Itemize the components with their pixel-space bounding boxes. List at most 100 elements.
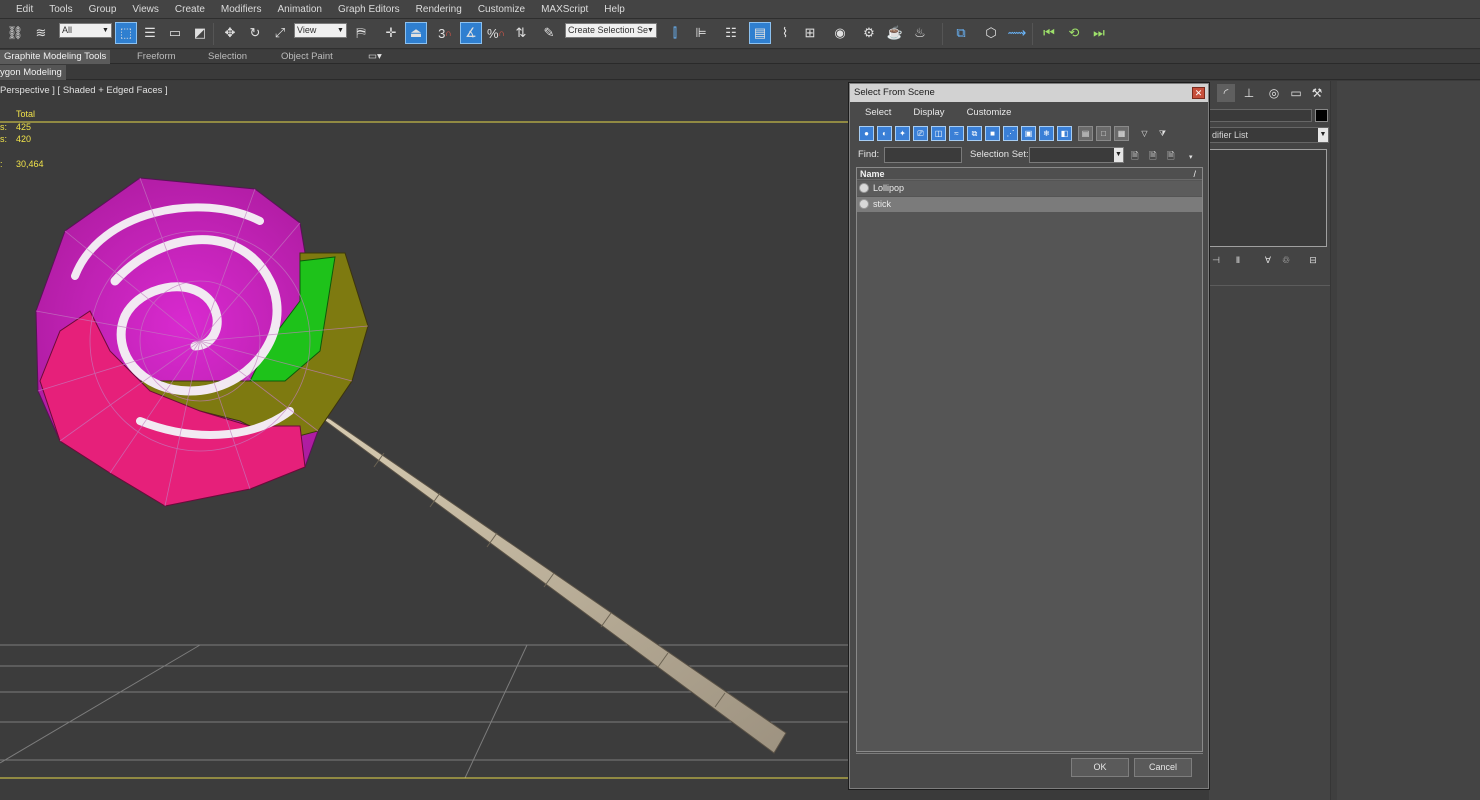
menu-customize[interactable]: Customize [470, 4, 533, 15]
display-groups-icon[interactable]: ⧉ [967, 126, 982, 141]
modifier-list-dropdown[interactable]: difier List ▼ [1209, 127, 1329, 143]
menu-create[interactable]: Create [167, 4, 213, 15]
find-options-chevron-icon[interactable]: ▾ [1189, 153, 1193, 161]
menu-modifiers[interactable]: Modifiers [213, 4, 270, 15]
key-previous-icon[interactable]: ⏮ [1038, 22, 1060, 44]
filter-icon[interactable]: ▽ [1137, 126, 1152, 141]
key-next-icon[interactable]: ⏭ [1088, 22, 1110, 44]
tab-freeform[interactable]: Freeform [137, 50, 176, 64]
angle-snap-icon[interactable]: ∡ [460, 22, 482, 44]
rendered-frame-window-icon[interactable]: ☕ [884, 22, 906, 44]
panel-scrollbar[interactable] [1330, 81, 1337, 800]
configure-modifier-sets-icon[interactable]: ⊟ [1306, 253, 1320, 267]
display-space-warps-icon[interactable]: ≈ [949, 126, 964, 141]
remove-from-selection-set-icon[interactable]: 🗎 [1167, 149, 1175, 165]
dialog-menu-display[interactable]: Display [902, 107, 955, 118]
percent-snap-icon[interactable]: % ∩ [485, 22, 507, 44]
modifier-stack[interactable] [1209, 149, 1327, 247]
show-end-result-icon[interactable]: Ⅱ [1231, 253, 1245, 267]
transform-tool-icon[interactable]: ⟿ [1006, 22, 1028, 44]
select-object-icon[interactable]: ⬚ [115, 22, 137, 44]
rectangular-selection-icon[interactable]: ▭ [164, 22, 186, 44]
window-crossing-icon[interactable]: ◩ [189, 22, 211, 44]
render-setup-icon[interactable]: ⚙ [858, 22, 880, 44]
pin-stack-icon[interactable]: ⊣ [1209, 253, 1223, 267]
select-none-icon[interactable]: □ [1096, 126, 1111, 141]
list-item[interactable]: Lollipop [857, 181, 1202, 196]
ribbon-options-icon[interactable]: ▭▾ [368, 50, 382, 64]
object-name-field[interactable] [1209, 109, 1312, 122]
list-item[interactable]: stick [857, 197, 1202, 212]
display-xrefs-icon[interactable]: ■ [985, 126, 1000, 141]
menu-animation[interactable]: Animation [269, 4, 329, 15]
menu-graph-editors[interactable]: Graph Editors [330, 4, 408, 15]
select-all-icon[interactable]: ▤ [1078, 126, 1093, 141]
tab-graphite-modeling-tools[interactable]: Graphite Modeling Tools [0, 50, 111, 64]
menu-help[interactable]: Help [596, 4, 633, 15]
add-to-selection-set-icon[interactable]: 🗎 [1149, 149, 1157, 165]
select-manipulate-icon[interactable]: ✛ [380, 22, 402, 44]
link-icon[interactable]: ⛓ [4, 22, 26, 44]
column-header-name[interactable]: Name / [857, 168, 1202, 180]
display-shapes-icon[interactable]: ◐ [877, 126, 892, 141]
display-lights-icon[interactable]: ✦ [895, 126, 910, 141]
ok-button[interactable]: OK [1071, 758, 1129, 777]
curve-editor-icon[interactable]: ⌇ [774, 22, 796, 44]
display-hidden-icon[interactable]: ◧ [1057, 126, 1072, 141]
modify-icon[interactable]: ◜ [1217, 84, 1235, 102]
display-cameras-icon[interactable]: ⎚ [913, 126, 928, 141]
array-icon[interactable]: ⬡ [980, 22, 1002, 44]
tab-object-paint[interactable]: Object Paint [281, 50, 333, 64]
make-unique-icon[interactable]: ∀ [1261, 253, 1275, 267]
keyboard-shortcut-override-icon[interactable]: ⏏ [405, 22, 427, 44]
perspective-viewport[interactable]: Perspective ] [ Shaded + Edged Faces ] T… [0, 81, 850, 800]
reference-coordinate-dropdown[interactable]: View ▼ [294, 23, 347, 38]
display-helpers-icon[interactable]: ◫ [931, 126, 946, 141]
align-icon[interactable]: ⊫ [690, 22, 712, 44]
menu-maxscript[interactable]: MAXScript [533, 4, 596, 15]
rotate-icon[interactable]: ↻ [244, 22, 266, 44]
menu-group[interactable]: Group [81, 4, 125, 15]
dialog-title[interactable]: Select From Scene [850, 84, 1208, 102]
dialog-menu-select[interactable]: Select [854, 107, 902, 118]
display-containers-icon[interactable]: ▣ [1021, 126, 1036, 141]
select-by-name-icon[interactable]: ☰ [139, 22, 161, 44]
pivot-center-icon[interactable]: ⛿ [350, 22, 372, 44]
snaps-toggle-icon[interactable]: 3 ∩ [434, 22, 456, 44]
schematic-view-icon[interactable]: ⊞ [799, 22, 821, 44]
select-invert-icon[interactable]: ▦ [1114, 126, 1129, 141]
advanced-filter-icon[interactable]: ⧩ [1155, 126, 1170, 141]
unlink-icon[interactable]: ≋ [30, 22, 52, 44]
dialog-menu-customize[interactable]: Customize [956, 107, 1023, 118]
lollipop-stick[interactable] [311, 410, 787, 754]
menu-rendering[interactable]: Rendering [408, 4, 470, 15]
viewport-label[interactable]: Perspective ] [ Shaded + Edged Faces ] [0, 85, 168, 96]
display-geometry-icon[interactable]: ● [859, 126, 874, 141]
menu-edit[interactable]: Edit [0, 4, 41, 15]
motion-icon[interactable]: ◎ [1265, 84, 1283, 102]
display-frozen-icon[interactable]: ❄ [1039, 126, 1054, 141]
named-selection-set-dropdown[interactable]: Create Selection Se ▼ [565, 23, 657, 38]
place-object-icon[interactable]: ⧉ [950, 22, 972, 44]
display-icon[interactable]: ▭ [1287, 84, 1305, 102]
lollipop-candy[interactable] [35, 177, 369, 507]
object-color-swatch[interactable] [1315, 109, 1328, 122]
utilities-icon[interactable]: ⚒ [1308, 84, 1326, 102]
scene-object-list[interactable]: Name / Lollipop stick [856, 167, 1203, 752]
cancel-button[interactable]: Cancel [1134, 758, 1192, 777]
close-icon[interactable]: ✕ [1192, 87, 1205, 99]
spinner-snap-icon[interactable]: ⇅ [510, 22, 532, 44]
create-selection-set-icon[interactable]: 🗎 [1131, 149, 1139, 165]
render-production-icon[interactable]: ♨ [909, 22, 931, 44]
menu-views[interactable]: Views [124, 4, 167, 15]
material-editor-icon[interactable]: ◉ [829, 22, 851, 44]
polygon-modeling-panel[interactable]: ygon Modeling [0, 65, 66, 80]
selection-filter-dropdown[interactable]: All ▼ [59, 23, 112, 38]
move-icon[interactable]: ✥ [219, 22, 241, 44]
menu-tools[interactable]: Tools [41, 4, 80, 15]
remove-modifier-icon[interactable]: ♲ [1279, 253, 1293, 267]
find-input[interactable] [884, 147, 962, 163]
key-cycle-icon[interactable]: ⟲ [1063, 22, 1085, 44]
hierarchy-icon[interactable]: ⊥ [1240, 84, 1258, 102]
scene-explorer-icon[interactable]: ▤ [749, 22, 771, 44]
